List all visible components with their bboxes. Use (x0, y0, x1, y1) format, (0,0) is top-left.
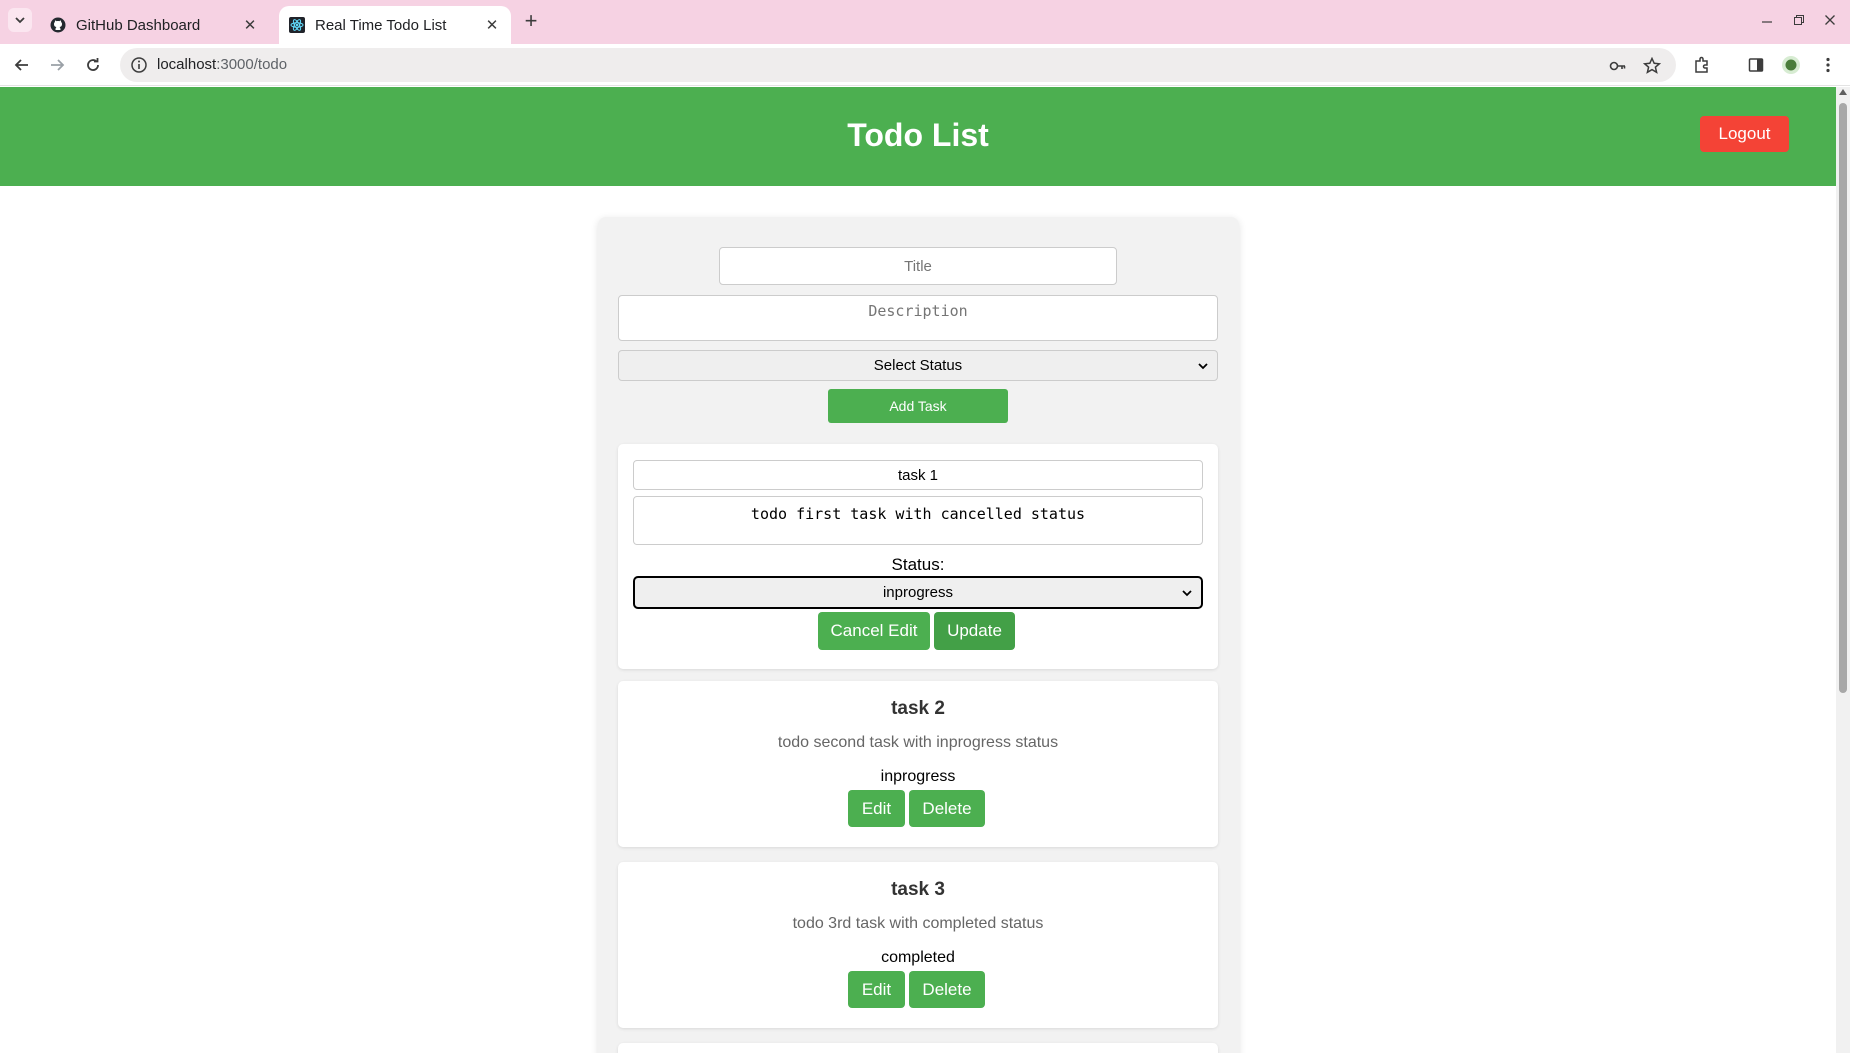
scroll-up-arrow-icon[interactable] (1839, 89, 1847, 95)
tab-search-button[interactable] (8, 8, 32, 32)
add-task-button[interactable]: Add Task (828, 389, 1008, 423)
chevron-down-icon (15, 17, 25, 24)
chevron-down-icon (1182, 590, 1192, 597)
task-status: inprogress (880, 768, 956, 785)
extensions-icon[interactable] (1690, 53, 1714, 77)
browser-toolbar: localhost:3000/todo (0, 44, 1850, 86)
status-select-value: Select Status (873, 357, 963, 374)
task-description: todo second task with inprogress status (777, 734, 1059, 751)
task-card: task 3 todo 3rd task with completed stat… (618, 862, 1218, 1028)
edit-button[interactable]: Edit (848, 971, 905, 1008)
page-scrollbar[interactable] (1836, 87, 1850, 1053)
status-select[interactable]: Select Status (618, 350, 1218, 381)
profile-avatar[interactable] (1779, 53, 1803, 77)
forward-arrow-icon[interactable] (45, 53, 69, 77)
scrollbar-thumb[interactable] (1839, 103, 1847, 693)
url-host: localhost (157, 56, 217, 73)
tab-title: GitHub Dashboard (76, 16, 201, 34)
url-text: localhost:3000/todo (157, 56, 287, 73)
app-header: Todo List Logout (0, 87, 1836, 186)
new-tab-plus-icon[interactable]: + (519, 8, 543, 33)
address-bar[interactable]: localhost:3000/todo (120, 48, 1676, 82)
info-icon[interactable] (130, 56, 148, 74)
todo-panel: Select Status Add Task Status: inprogres… (598, 217, 1239, 1053)
reload-icon[interactable] (81, 53, 105, 77)
close-icon[interactable]: ✕ (483, 16, 501, 34)
window-close-icon[interactable] (1817, 8, 1843, 32)
task-description: todo 3rd task with completed status (792, 915, 1044, 932)
description-input[interactable] (618, 295, 1218, 341)
page-title: Todo List (847, 117, 989, 153)
tab-real-time-todo-list[interactable]: Real Time Todo List ✕ (279, 6, 511, 44)
delete-button[interactable]: Delete (909, 971, 985, 1008)
cancel-edit-button[interactable]: Cancel Edit (818, 612, 930, 650)
tab-title: Real Time Todo List (315, 16, 447, 34)
task-status: completed (881, 949, 955, 966)
tab-github-dashboard[interactable]: GitHub Dashboard ✕ (40, 6, 269, 44)
update-button[interactable]: Update (934, 612, 1015, 650)
edit-button[interactable]: Edit (848, 790, 905, 827)
url-path: :3000/todo (216, 56, 288, 73)
status-label: Status: (891, 555, 945, 574)
github-icon (50, 17, 66, 33)
minimize-icon[interactable] (1754, 8, 1780, 32)
star-icon[interactable] (1642, 56, 1662, 76)
chevron-down-icon (1198, 363, 1208, 370)
edit-status-value: inprogress (882, 584, 954, 601)
task-title: task 3 (891, 879, 945, 900)
task-title: task 2 (891, 698, 945, 719)
page-viewport: Todo List Logout Select Status Add Task … (0, 87, 1836, 1053)
more-menu-icon[interactable] (1816, 53, 1840, 77)
task-card-partial (618, 1043, 1218, 1053)
edit-description-input[interactable] (633, 496, 1203, 545)
react-icon (289, 17, 305, 33)
task-card: task 2 todo second task with inprogress … (618, 681, 1218, 847)
restore-icon[interactable] (1786, 8, 1812, 32)
browser-tab-strip: GitHub Dashboard ✕ Real Time Todo List ✕… (0, 0, 1850, 44)
side-panel-icon[interactable] (1744, 53, 1768, 77)
edit-status-select[interactable]: inprogress (633, 576, 1203, 609)
task-card-editing: Status: inprogress Cancel Edit Update (618, 444, 1218, 669)
delete-button[interactable]: Delete (909, 790, 985, 827)
logout-button[interactable]: Logout (1700, 116, 1789, 152)
back-arrow-icon[interactable] (10, 53, 34, 77)
close-icon[interactable]: ✕ (241, 16, 259, 34)
edit-title-input[interactable] (633, 460, 1203, 490)
title-input[interactable] (719, 247, 1117, 285)
key-icon[interactable] (1608, 56, 1628, 76)
